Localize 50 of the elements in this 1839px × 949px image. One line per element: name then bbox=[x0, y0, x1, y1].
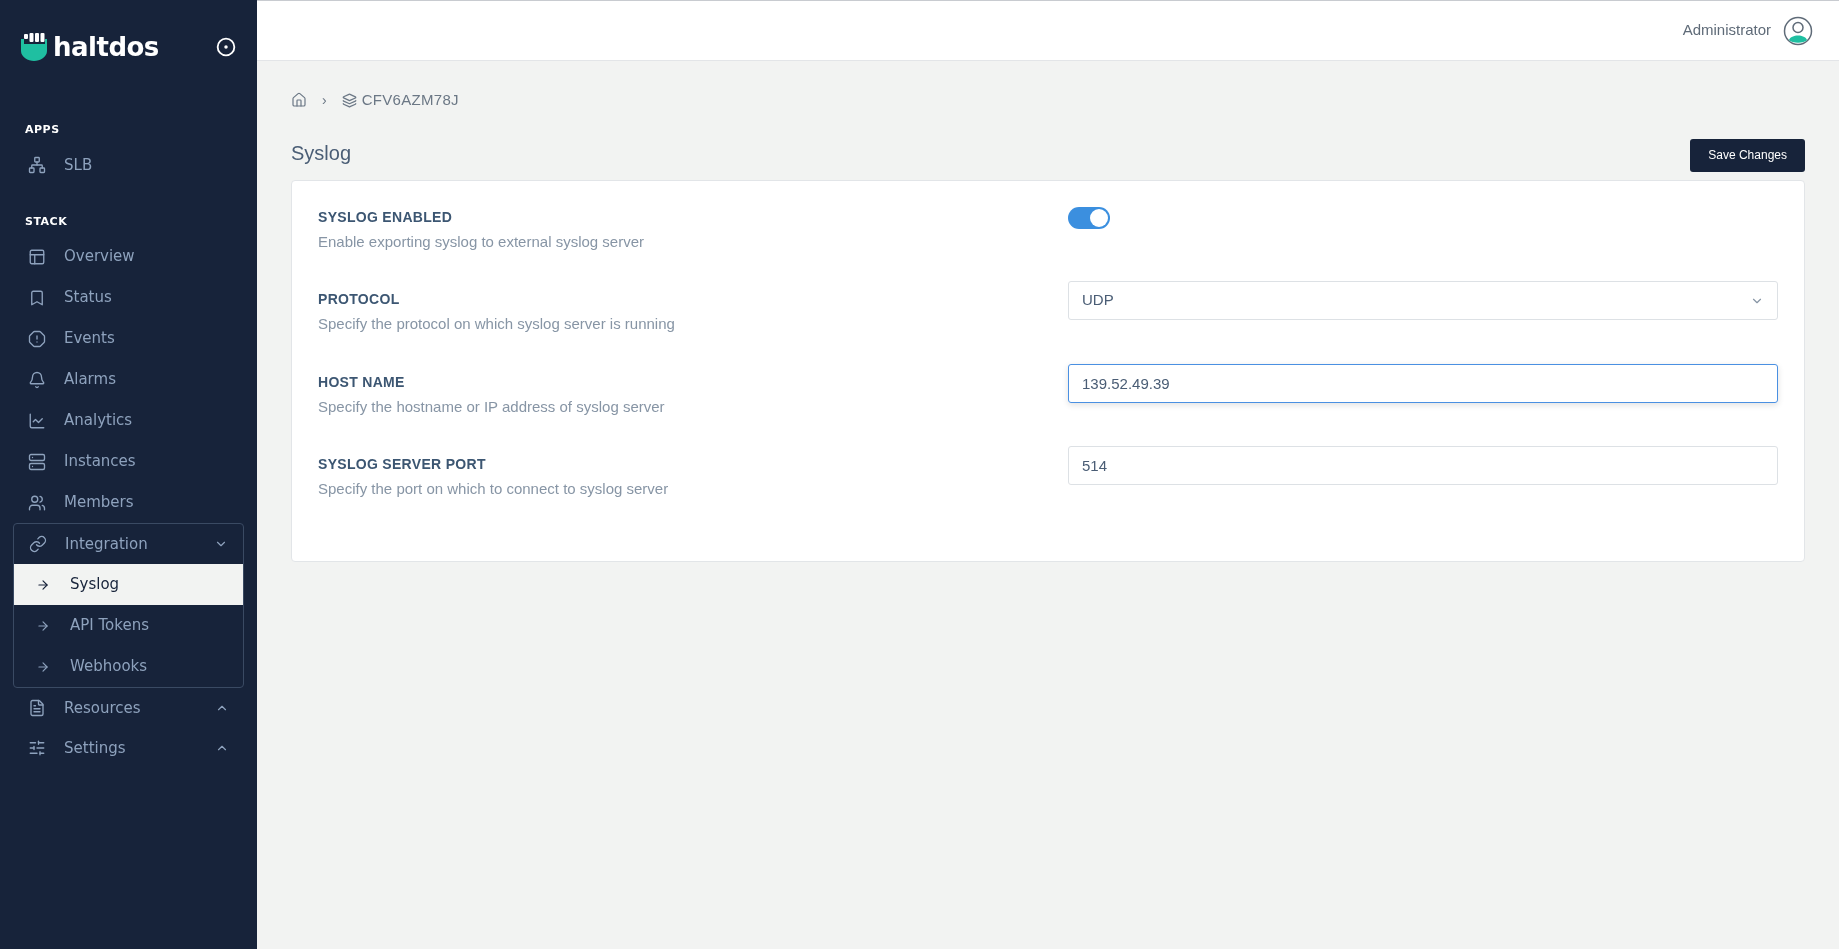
avatar-icon[interactable] bbox=[1783, 15, 1813, 46]
layout-icon bbox=[28, 247, 46, 266]
setting-label: PROTOCOL bbox=[318, 290, 401, 309]
home-icon[interactable] bbox=[291, 92, 307, 109]
sidebar-item[interactable]: Events bbox=[0, 318, 257, 359]
input-field[interactable]: 139.52.49.39 bbox=[1068, 363, 1778, 403]
network-icon bbox=[28, 156, 46, 174]
sidebar-item[interactable]: Analytics bbox=[0, 400, 257, 441]
setting-description: Specify the hostname or IP address of syslog server bbox=[318, 396, 666, 417]
bookmark-icon bbox=[28, 288, 46, 307]
setting-description: Specify the protocol on which syslog server is running bbox=[318, 314, 676, 334]
sidebar-item[interactable]: Status bbox=[0, 277, 257, 318]
user-name: Administrator bbox=[1682, 20, 1771, 41]
protocol-select[interactable]: UDP bbox=[1068, 281, 1778, 320]
link-icon bbox=[29, 535, 47, 553]
layers-icon bbox=[341, 92, 357, 108]
toggle-switch[interactable] bbox=[1068, 206, 1110, 229]
users-icon bbox=[28, 493, 46, 512]
brand-name: haltdos bbox=[53, 30, 159, 64]
save-button[interactable]: Save Changes bbox=[1690, 138, 1805, 172]
sidebar-item[interactable]: Overview bbox=[0, 236, 257, 277]
server-icon bbox=[28, 452, 46, 471]
alert-icon bbox=[28, 329, 46, 348]
sidebar-item[interactable]: Members bbox=[0, 482, 257, 523]
section-heading: STACK bbox=[24, 213, 69, 230]
setting-label: HOST NAME bbox=[318, 372, 406, 392]
breadcrumb-link[interactable]: CFV6AZM78J bbox=[361, 89, 459, 112]
sidebar-item[interactable]: Alarms bbox=[0, 359, 257, 400]
target-icon bbox=[216, 37, 236, 57]
sidebar-item[interactable]: Integration bbox=[14, 524, 243, 564]
sidebar-item[interactable]: SLB bbox=[0, 144, 257, 186]
input-field[interactable]: 514 bbox=[1068, 446, 1778, 485]
setting-label: SYSLOG SERVER PORT bbox=[318, 455, 487, 474]
sliders-icon bbox=[28, 739, 46, 757]
setting-description: Specify the port on which to connect to syslog server bbox=[318, 479, 670, 499]
sidebar-item[interactable]: Resources bbox=[13, 688, 244, 728]
submenu-item[interactable]: API Tokens bbox=[14, 605, 243, 646]
submenu-item[interactable]: Syslog bbox=[14, 564, 243, 605]
setting-label: SYSLOG ENABLED bbox=[318, 207, 454, 227]
setting-description: Enable exporting syslog to external syslog server bbox=[318, 231, 645, 252]
sidebar-item[interactable]: Instances bbox=[0, 441, 257, 482]
logo-icon bbox=[21, 33, 47, 61]
chart-icon bbox=[28, 411, 46, 430]
section-heading: APPS bbox=[24, 122, 61, 138]
document-icon bbox=[28, 699, 46, 717]
bell-icon bbox=[28, 370, 46, 389]
submenu-item[interactable]: Webhooks bbox=[14, 646, 243, 687]
breadcrumb-separator: › bbox=[321, 90, 328, 110]
sidebar-item[interactable]: Settings bbox=[13, 728, 244, 768]
page-title: Syslog bbox=[291, 140, 352, 166]
